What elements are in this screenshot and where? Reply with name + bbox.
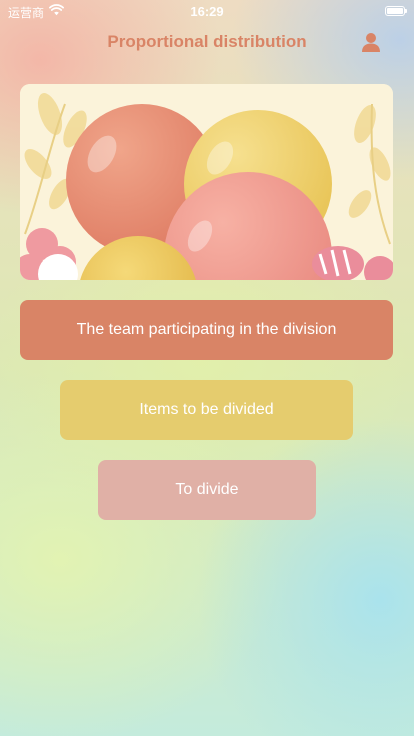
clock-time: 16:29 [190,4,224,19]
banner-image [20,84,393,280]
status-bar: 运营商 16:29 [0,0,414,22]
user-icon[interactable] [360,31,382,53]
team-button[interactable]: The team participating in the division [20,300,393,360]
items-button[interactable]: Items to be divided [60,380,353,440]
page-title: Proportional distribution [107,32,307,51]
divide-button[interactable]: To divide [98,460,316,520]
battery-icon [385,6,407,16]
